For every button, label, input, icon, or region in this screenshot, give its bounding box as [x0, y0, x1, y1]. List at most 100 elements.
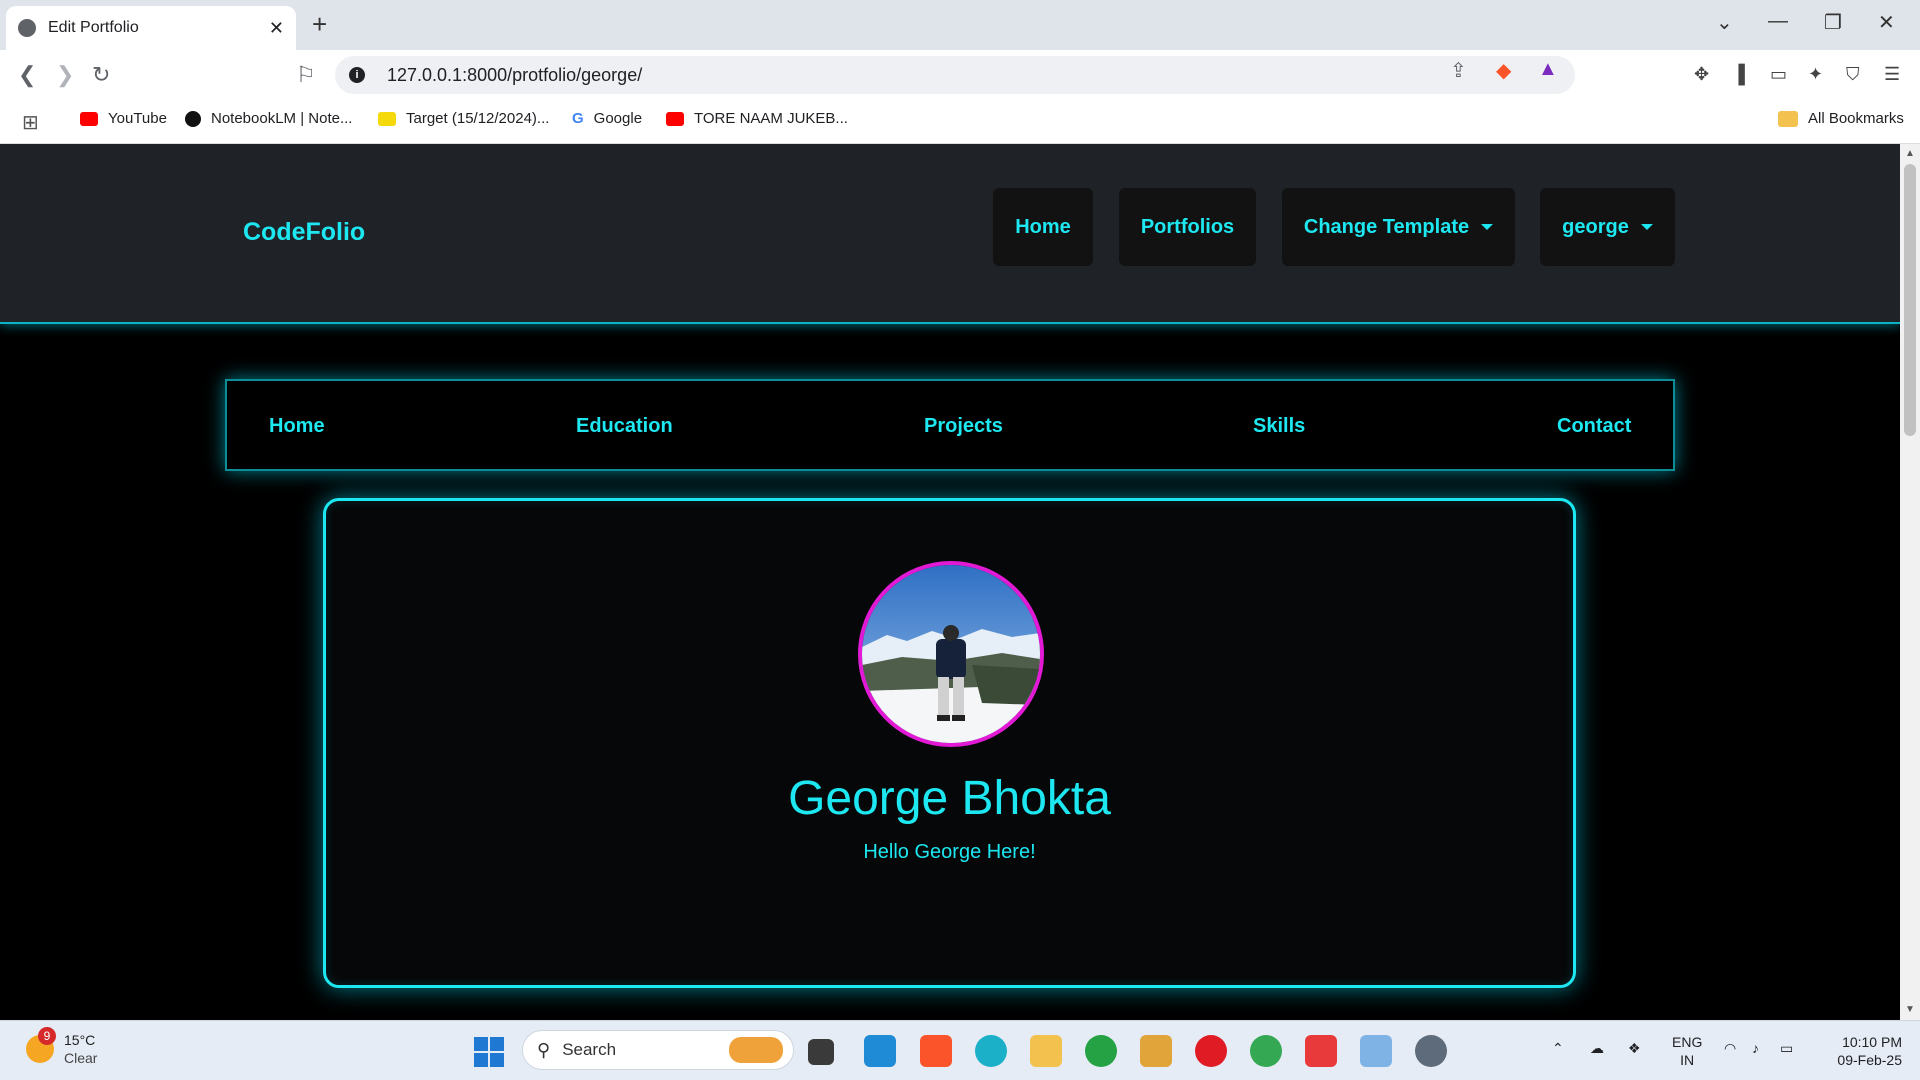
restore-button[interactable]: ❐: [1824, 10, 1842, 35]
portfolio-nav-projects[interactable]: Projects: [924, 415, 1003, 438]
brand-logo[interactable]: CodeFolio: [243, 218, 365, 247]
new-tab-button[interactable]: +: [312, 10, 327, 38]
sidebar-icon[interactable]: ▐: [1732, 64, 1745, 85]
portfolio-nav-skills[interactable]: Skills: [1253, 415, 1305, 438]
bookmark-target[interactable]: Target (15/12/2024)...: [378, 110, 549, 127]
lang-bottom: IN: [1680, 1052, 1695, 1068]
bookmark-google[interactable]: G Google: [572, 110, 642, 127]
snipping-tool-icon[interactable]: [1360, 1035, 1392, 1067]
wifi-icon[interactable]: ◠: [1724, 1039, 1736, 1057]
clock-date: 09-Feb-25: [1837, 1052, 1902, 1068]
weather-badge: 9: [38, 1027, 56, 1045]
tab-title: Edit Portfolio: [48, 19, 139, 36]
profile-name: George Bhokta: [788, 772, 1111, 825]
reload-icon[interactable]: ↻: [92, 62, 110, 88]
user-dropdown[interactable]: george: [1540, 188, 1675, 266]
lang-top: ENG: [1672, 1034, 1703, 1050]
youtube-icon: [666, 111, 684, 126]
brave-rewards-icon[interactable]: ▲: [1538, 58, 1558, 81]
minimize-button[interactable]: —: [1768, 10, 1788, 33]
whatsapp-icon[interactable]: [1085, 1035, 1117, 1067]
all-bookmarks[interactable]: All Bookmarks: [1778, 110, 1904, 127]
youtube-icon: [80, 111, 98, 126]
opera-icon[interactable]: [1195, 1035, 1227, 1067]
settings-icon[interactable]: [1415, 1035, 1447, 1067]
close-tab-icon[interactable]: ✕: [269, 18, 284, 39]
dropbox-icon[interactable]: ❖: [1628, 1039, 1641, 1057]
weather-temp: 15°C: [64, 1032, 96, 1048]
portfolio-nav-contact[interactable]: Contact: [1557, 415, 1631, 438]
scroll-down-icon[interactable]: ▼: [1905, 1004, 1915, 1015]
back-icon[interactable]: ❮: [18, 62, 36, 88]
leo-ai-icon[interactable]: ✦: [1808, 64, 1823, 85]
taskbar: 9 15°C Clear ⚲ Search ⌃ ☁ ❖ ENG IN ◠ ♪ ▭…: [0, 1020, 1920, 1080]
bookmark-tore-naam[interactable]: TORE NAAM JUKEB...: [666, 110, 848, 127]
scroll-up-icon[interactable]: ▲: [1905, 148, 1915, 159]
brave-shield-icon[interactable]: ◆: [1496, 58, 1511, 83]
google-icon: G: [572, 110, 584, 127]
language-indicator[interactable]: ENG IN: [1672, 1033, 1702, 1069]
tab-search-icon[interactable]: ⌄: [1716, 10, 1733, 35]
profile-tagline: Hello George Here!: [863, 841, 1036, 863]
extensions-icon[interactable]: ✥: [1694, 64, 1709, 85]
scrollbar-thumb[interactable]: [1904, 164, 1916, 436]
page-scrollbar[interactable]: ▲ ▼: [1900, 144, 1920, 1020]
page-viewport: CodeFolio Home Portfolios Change Templat…: [0, 144, 1900, 1020]
portfolio-nav-home[interactable]: Home: [269, 415, 325, 438]
edge-icon[interactable]: [975, 1035, 1007, 1067]
clock-time: 10:10 PM: [1842, 1034, 1902, 1050]
site-info-icon[interactable]: i: [349, 67, 365, 83]
avatar: [858, 561, 1044, 747]
profile-card: George Bhokta Hello George Here!: [323, 498, 1576, 988]
chrome-icon[interactable]: [1250, 1035, 1282, 1067]
vpn-icon[interactable]: ⛉: [1846, 64, 1860, 85]
volume-icon[interactable]: ♪: [1752, 1039, 1759, 1057]
url-bar[interactable]: i 127.0.0.1:8000/protfolio/george/: [335, 56, 1575, 94]
change-template-dropdown[interactable]: Change Template: [1282, 188, 1515, 266]
onedrive-icon[interactable]: ☁: [1590, 1039, 1604, 1057]
nav-portfolios-button[interactable]: Portfolios: [1119, 188, 1256, 266]
brave-icon[interactable]: [920, 1035, 952, 1067]
weather-widget[interactable]: 9 15°C Clear: [26, 1027, 98, 1067]
bookmark-notebooklm[interactable]: NotebookLM | Note...: [185, 110, 352, 127]
nav-home-button[interactable]: Home: [993, 188, 1093, 266]
tray-chevron-icon[interactable]: ⌃: [1552, 1039, 1564, 1057]
bookmark-label: Google: [593, 110, 643, 127]
battery-icon[interactable]: ▭: [1780, 1039, 1793, 1057]
dts-audio-icon[interactable]: [1140, 1035, 1172, 1067]
file-explorer-icon[interactable]: [1030, 1035, 1062, 1067]
clock[interactable]: 10:10 PM 09-Feb-25: [1822, 1033, 1902, 1069]
share-icon[interactable]: ⇪: [1450, 58, 1467, 83]
target-icon: [378, 111, 396, 126]
task-view-icon[interactable]: [808, 1039, 834, 1065]
globe-icon: [18, 19, 36, 37]
browser-tab-bar: Edit Portfolio ✕ + ⌄ — ❐ ✕: [0, 0, 1920, 50]
close-window-button[interactable]: ✕: [1878, 10, 1895, 35]
url-text[interactable]: 127.0.0.1:8000/protfolio/george/: [387, 65, 642, 86]
browser-tab[interactable]: Edit Portfolio ✕: [6, 6, 296, 50]
nav-home-label: Home: [1015, 215, 1071, 238]
search-highlight-icon: [729, 1037, 783, 1063]
anydesk-icon[interactable]: [1305, 1035, 1337, 1067]
portfolio-nav-education[interactable]: Education: [576, 415, 673, 438]
bookmark-youtube[interactable]: YouTube: [80, 110, 167, 127]
bookmark-icon[interactable]: ⚐: [296, 62, 316, 88]
forward-icon[interactable]: ❯: [56, 62, 74, 88]
caret-down-icon: [1640, 224, 1653, 230]
taskbar-search[interactable]: ⚲ Search: [522, 1030, 794, 1070]
search-placeholder: Search: [562, 1040, 617, 1059]
search-icon: ⚲: [537, 1039, 551, 1060]
avatar-photo: [862, 565, 1040, 743]
vscode-icon[interactable]: [864, 1035, 896, 1067]
nav-portfolios-label: Portfolios: [1140, 215, 1235, 238]
caret-down-icon: [1481, 224, 1494, 230]
start-button[interactable]: [474, 1037, 504, 1067]
menu-icon[interactable]: ☰: [1884, 64, 1900, 85]
wallet-icon[interactable]: ▭: [1770, 64, 1787, 85]
portfolio-nav: Home Education Projects Skills Contact: [225, 379, 1675, 471]
change-template-label: Change Template: [1303, 215, 1470, 238]
notebooklm-icon: [185, 110, 201, 127]
apps-grid-icon[interactable]: ⊞: [22, 110, 39, 135]
folder-icon: [1778, 110, 1798, 127]
weather-condition: Clear: [64, 1050, 98, 1066]
